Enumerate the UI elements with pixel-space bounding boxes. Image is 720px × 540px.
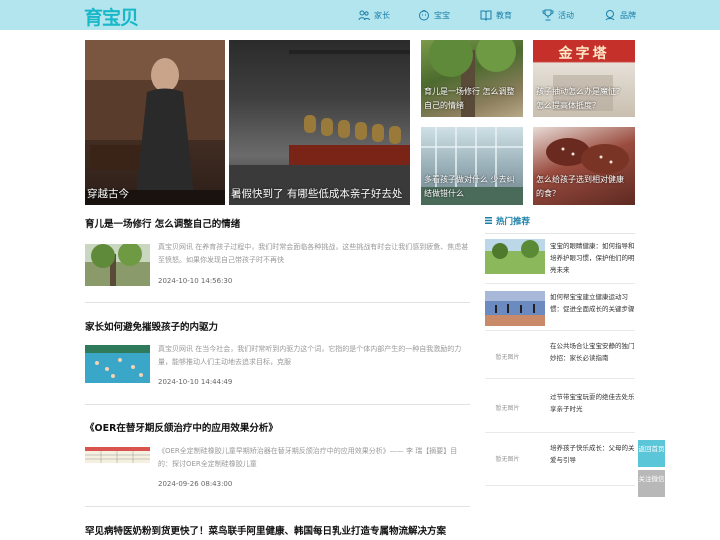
banner-caption: 多看孩子做对什么 少去纠结做错什么 — [424, 175, 515, 198]
banner-tile-4[interactable]: 金字塔 孩子抽动怎么办是魔怔？怎么提高体抵度？ — [533, 40, 635, 117]
no-image-placeholder: 暂无图片 — [495, 456, 520, 463]
article-thumbnail[interactable] — [85, 244, 150, 286]
hot-item-title[interactable]: 过节带宝宝玩耍的绝佳去处乐享亲子时光 — [550, 391, 636, 415]
banner-tile-1[interactable]: 穿越古今 — [85, 40, 225, 205]
trophy-icon — [542, 9, 554, 21]
article-title[interactable]: 家长如何避免摧毁孩子的内驱力 — [85, 319, 218, 333]
brand-icon — [605, 10, 615, 21]
nav-parent[interactable]: 家长 — [358, 0, 390, 30]
baby-icon — [419, 10, 429, 21]
site-header: 育宝贝 家长 宝宝 教育 活动 品牌 — [0, 0, 720, 30]
article-date: 2024-10-10 14:44:49 — [158, 378, 233, 386]
banner-caption: 孩子抽动怎么办是魔怔？怎么提高体抵度？ — [536, 87, 624, 110]
nav-label: 宝宝 — [434, 10, 450, 20]
no-image-placeholder: 暂无图片 — [495, 354, 520, 361]
divider — [85, 404, 470, 405]
nav-label: 活动 — [558, 10, 574, 20]
banner-tile-6[interactable]: 怎么给孩子选到相对健康的食？ — [533, 127, 635, 205]
nav-label: 家长 — [374, 10, 390, 20]
banner-caption: 育儿是一场修行 怎么调整自己的情绪 — [424, 87, 515, 110]
hot-item-title[interactable]: 在公共场合让宝宝安静的独门妙招：家长必读指南 — [550, 340, 636, 364]
nav-activity[interactable]: 活动 — [542, 0, 574, 30]
article-excerpt: 《OER全定制硅橡胶儿童早期矫治器在替牙期反颌治疗中的应用效果分析》—— 李 瑞… — [158, 447, 458, 468]
divider — [85, 506, 470, 507]
book-icon — [480, 10, 492, 21]
banner-tile-5[interactable]: 多看孩子做对什么 少去纠结做错什么 — [421, 127, 523, 205]
banner-caption: 穿越古今 — [87, 188, 129, 200]
back-to-home-button[interactable]: 返回首页 — [638, 440, 665, 467]
article-excerpt: 真宝贝网讯 在养育孩子过程中，我们时常会面临各种挑战，这些挑战有时会让我们感到疲… — [158, 243, 469, 264]
divider — [485, 330, 635, 331]
heading-label: 热门推荐 — [496, 217, 531, 227]
banner-caption: 怎么给孩子选到相对健康的食？ — [536, 175, 624, 198]
nav-label: 教育 — [496, 10, 512, 20]
banner-photo — [229, 50, 410, 205]
nav-education[interactable]: 教育 — [480, 0, 512, 30]
divider — [85, 302, 470, 303]
article-excerpt: 真宝贝网讯 在当今社会，我们时常听到内驱力这个词，它指的是个体内部产生的一种自我… — [158, 345, 462, 366]
hot-item-title[interactable]: 宝宝的眼睛健康：如何指导和培养护眼习惯，保护他们的明亮未来 — [550, 240, 636, 276]
banner-caption: 暑假快到了 有哪些低成本亲子好去处 — [231, 188, 403, 200]
nav-baby[interactable]: 宝宝 — [418, 0, 450, 30]
divider — [485, 283, 635, 284]
divider — [485, 432, 635, 433]
banner-tile-2[interactable]: 暑假快到了 有哪些低成本亲子好去处 — [229, 40, 410, 205]
hot-item-title[interactable]: 培养孩子快乐成长：父母的关爱与引导 — [550, 442, 636, 466]
follow-wechat-button[interactable]: 关注微信 — [638, 470, 665, 497]
site-logo[interactable]: 育宝贝 — [84, 3, 139, 30]
hot-item-title[interactable]: 如何帮宝宝建立健康运动习惯：促进全面成长的关键步骤 — [550, 291, 636, 315]
article-date: 2024-10-10 14:56:30 — [158, 277, 233, 285]
hot-thumbnail[interactable] — [485, 291, 545, 326]
divider — [485, 378, 635, 379]
hot-recommend-heading: 热门推荐 — [485, 215, 635, 234]
article-date: 2024-09-26 08:43:00 — [158, 480, 233, 488]
article-title[interactable]: 育儿是一场修行 怎么调整自己的情绪 — [85, 216, 240, 230]
article-title[interactable]: 罕见病特医奶粉到货更快了！菜鸟联手阿里健康、韩国每日乳业打造专属物流解决方案 — [85, 523, 446, 537]
no-image-placeholder: 暂无图片 — [495, 405, 520, 412]
banner-photo — [85, 40, 225, 205]
article-thumbnail[interactable] — [85, 447, 150, 463]
banner-tile-3[interactable]: 育儿是一场修行 怎么调整自己的情绪 — [421, 40, 523, 117]
divider — [485, 485, 635, 486]
parent-icon — [358, 10, 370, 21]
nav-label: 品牌 — [620, 10, 636, 20]
hot-thumbnail[interactable] — [485, 239, 545, 274]
list-icon — [485, 217, 492, 224]
article-thumbnail[interactable] — [85, 345, 150, 383]
nav-brand[interactable]: 品牌 — [604, 0, 636, 30]
article-title[interactable]: 《OER在替牙期反颌治疗中的应用效果分析》 — [85, 420, 278, 434]
